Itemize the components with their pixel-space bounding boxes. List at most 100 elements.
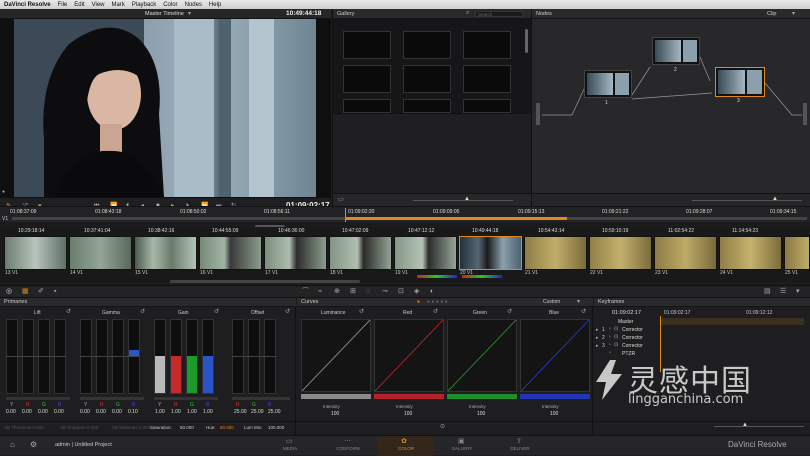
filter-icon[interactable]: ☰ bbox=[780, 288, 786, 295]
blue-intensity-value[interactable]: 100 bbox=[550, 411, 558, 417]
lift-master-slider[interactable] bbox=[6, 397, 70, 400]
lift-y-value[interactable]: 0.00 bbox=[6, 409, 16, 415]
offset-g-value[interactable]: 25.00 bbox=[251, 409, 264, 415]
red-intensity-slider[interactable] bbox=[374, 394, 444, 399]
node-2[interactable] bbox=[652, 37, 700, 65]
bars-icon[interactable]: ▦ bbox=[22, 288, 29, 295]
slider-handle-icon[interactable]: ▲ bbox=[742, 422, 748, 428]
sb-midtones[interactable]: SB Midtones 0.000 bbox=[112, 425, 150, 430]
gamma-b-value[interactable]: 0.10 bbox=[128, 409, 138, 415]
color-wheels-icon[interactable]: ◎ bbox=[6, 288, 12, 295]
node-1[interactable] bbox=[584, 70, 632, 98]
gamma-g-value[interactable]: 0.00 bbox=[112, 409, 122, 415]
keyframe-row[interactable]: ▸ 2 ◔ ⊡ Corrector bbox=[594, 334, 810, 342]
gamma-bars[interactable] bbox=[80, 319, 144, 394]
slider-handle-icon[interactable]: ▲ bbox=[772, 196, 778, 202]
timeline-ruler[interactable]: 01:08:37:09 01:08:43:18 01:08:50:02 01:0… bbox=[0, 206, 810, 222]
reset-icon[interactable]: ↺ bbox=[507, 309, 512, 315]
menu-nodes[interactable]: Nodes bbox=[185, 2, 202, 8]
gallery-search-input[interactable]: Search bbox=[475, 11, 523, 17]
deliver-icon[interactable]: ⇪ bbox=[516, 437, 522, 445]
gain-b-value[interactable]: 1.00 bbox=[203, 409, 213, 415]
chevron-down-icon[interactable]: ▾ bbox=[188, 10, 191, 17]
album-icon[interactable]: ▭ bbox=[338, 197, 344, 203]
clip-thumbnail[interactable] bbox=[719, 236, 782, 270]
gallery-scrollbar[interactable] bbox=[525, 29, 528, 53]
offset-master-slider[interactable] bbox=[232, 397, 290, 400]
offset-r-value[interactable]: 25.00 bbox=[234, 409, 247, 415]
clip-thumbnail[interactable] bbox=[199, 236, 262, 270]
clip-thumbnail-selected[interactable] bbox=[459, 236, 522, 270]
playhead[interactable] bbox=[345, 208, 346, 222]
red-intensity-value[interactable]: 100 bbox=[404, 411, 412, 417]
menu-file[interactable]: File bbox=[58, 2, 68, 8]
qualifier-icon[interactable]: ⌁ bbox=[318, 288, 322, 295]
grid-view-icon[interactable]: ▤ bbox=[764, 288, 771, 295]
lock-icon[interactable]: ◔ bbox=[608, 342, 611, 348]
reset-icon[interactable]: ↺ bbox=[433, 309, 438, 315]
media-icon[interactable]: ▭ bbox=[286, 437, 293, 445]
sb-shadows[interactable]: SB Shadows 0.000 bbox=[60, 425, 98, 430]
clip-thumbnail[interactable] bbox=[784, 236, 810, 270]
gamma-y-value[interactable]: 0.00 bbox=[80, 409, 90, 415]
clip-thumbnail[interactable] bbox=[329, 236, 392, 270]
key-icon[interactable]: ⊸ bbox=[382, 288, 388, 295]
chevron-down-icon[interactable]: ▾ bbox=[577, 298, 580, 305]
menu-edit[interactable]: Edit bbox=[74, 2, 84, 8]
blur-icon[interactable]: ◌ bbox=[366, 288, 370, 295]
offset-bars[interactable] bbox=[232, 319, 290, 394]
search-icon[interactable]: ⌕ bbox=[466, 10, 469, 17]
lift-b-value[interactable]: 0.00 bbox=[54, 409, 64, 415]
clip-thumbnail[interactable] bbox=[4, 236, 67, 270]
lummix-value[interactable]: 100.000 bbox=[268, 425, 284, 430]
tracker-icon[interactable]: ⊞ bbox=[350, 288, 356, 295]
green-intensity-slider[interactable] bbox=[447, 394, 517, 399]
node-3[interactable] bbox=[715, 67, 765, 97]
still-thumbnail[interactable] bbox=[463, 65, 511, 93]
reset-icon[interactable]: ↺ bbox=[66, 309, 71, 315]
page-tab-deliver[interactable]: DELIVER bbox=[500, 446, 540, 451]
keyframe-row[interactable]: ▸ 3 ◔ ⊡ Corrector bbox=[594, 342, 810, 350]
reset-icon[interactable]: ↺ bbox=[285, 309, 290, 315]
gain-r-value[interactable]: 1.00 bbox=[171, 409, 181, 415]
curves-page-dots[interactable]: ● bbox=[417, 299, 420, 305]
keyframes-zoom-slider[interactable] bbox=[714, 426, 804, 427]
conform-icon[interactable]: ⋯ bbox=[344, 437, 351, 445]
still-thumbnail[interactable] bbox=[403, 65, 451, 93]
reset-icon[interactable]: ↺ bbox=[359, 309, 364, 315]
scope-icon[interactable]: ◐ bbox=[430, 288, 434, 295]
clip-thumbnail[interactable] bbox=[134, 236, 197, 270]
nodes-zoom-slider[interactable] bbox=[692, 200, 802, 201]
reset-icon[interactable]: ↺ bbox=[581, 309, 586, 315]
still-thumbnail[interactable] bbox=[403, 31, 451, 59]
page-tab-color[interactable]: COLOR bbox=[386, 446, 426, 451]
green-intensity-value[interactable]: 100 bbox=[477, 411, 485, 417]
lock-icon[interactable]: ◔ bbox=[608, 334, 611, 340]
keyframe-row[interactable]: ▸ 1 ◔ ⊡ Corrector bbox=[594, 326, 810, 334]
saturation-value[interactable]: 50.000 bbox=[180, 425, 194, 430]
gain-g-value[interactable]: 1.00 bbox=[187, 409, 197, 415]
luminance-curve[interactable] bbox=[301, 319, 371, 392]
curves-mode-selector[interactable]: Custom bbox=[543, 299, 560, 305]
lift-g-value[interactable]: 0.00 bbox=[38, 409, 48, 415]
lift-bars[interactable] bbox=[6, 319, 70, 394]
menu-color[interactable]: Color bbox=[163, 2, 177, 8]
chevron-down-icon[interactable]: ▾ bbox=[792, 10, 795, 17]
keyframe-icon[interactable]: ⊡ bbox=[614, 334, 618, 340]
curves-page-dots[interactable]: ● ● ● ● ● bbox=[427, 299, 448, 305]
keyframe-icon[interactable]: ⊡ bbox=[614, 342, 618, 348]
link-icon[interactable]: ⊙ bbox=[440, 424, 445, 430]
clip-thumbnail[interactable] bbox=[69, 236, 132, 270]
menu-help[interactable]: Help bbox=[209, 2, 221, 8]
keyframe-icon[interactable]: ⊡ bbox=[614, 326, 618, 332]
clip-thumbnail[interactable] bbox=[264, 236, 327, 270]
gear-icon[interactable]: ⚙ bbox=[30, 441, 37, 449]
blue-intensity-slider[interactable] bbox=[520, 394, 590, 399]
thumbnail-size-slider[interactable] bbox=[413, 200, 513, 201]
options-icon[interactable]: ▾ bbox=[796, 288, 800, 295]
3d-icon[interactable]: ◈ bbox=[414, 288, 419, 295]
window-icon[interactable]: ⊕ bbox=[334, 288, 340, 295]
video-frame[interactable] bbox=[14, 19, 316, 197]
clip-thumbnail[interactable] bbox=[589, 236, 652, 270]
green-curve[interactable] bbox=[447, 319, 517, 392]
